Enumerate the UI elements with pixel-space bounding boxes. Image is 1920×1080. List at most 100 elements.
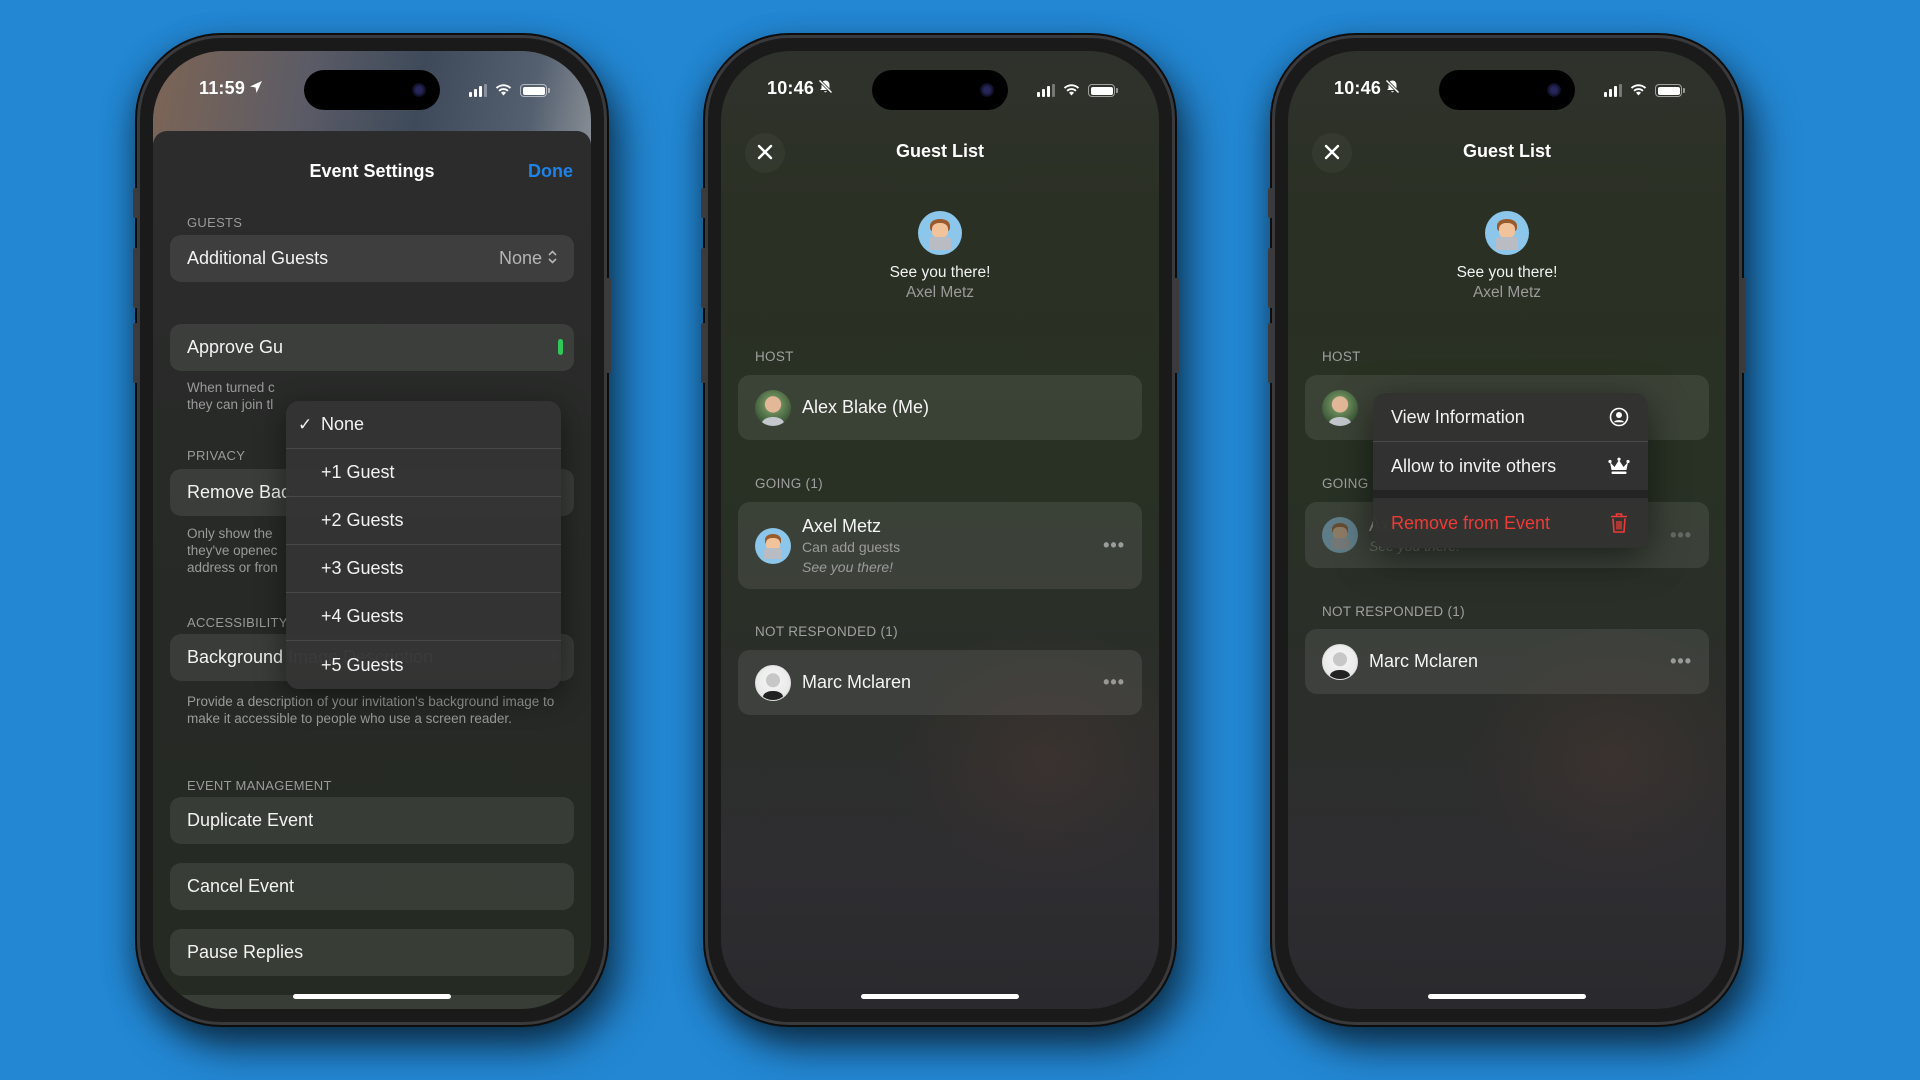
dropdown-option[interactable]: +4 Guests: [286, 593, 561, 641]
dropdown-option[interactable]: +3 Guests: [286, 545, 561, 593]
menu-item-view-information[interactable]: View Information: [1373, 393, 1648, 441]
trash-icon: [1608, 512, 1630, 534]
person-circle-icon: [1608, 406, 1630, 428]
home-indicator[interactable]: [293, 994, 451, 999]
approve-guests-row[interactable]: Approve Gu: [170, 324, 574, 371]
menu-item-label: Remove from Event: [1391, 512, 1551, 533]
more-options-button[interactable]: •••: [1103, 672, 1125, 693]
guest-row-marc-mclaren[interactable]: Marc Mclaren •••: [738, 650, 1142, 715]
avatar-axel-metz: [918, 211, 962, 255]
cellular-signal-icon: [469, 84, 487, 97]
dropdown-option[interactable]: +5 Guests: [286, 641, 561, 689]
section-label-accessibility: ACCESSIBILITY: [187, 615, 288, 630]
volume-down-button: [133, 323, 138, 383]
side-button: [1174, 278, 1179, 373]
crown-icon: [1608, 455, 1630, 477]
battery-icon: [1655, 84, 1685, 97]
bell-slash-icon: [818, 78, 833, 99]
dropdown-option[interactable]: +2 Guests: [286, 497, 561, 545]
more-options-button[interactable]: •••: [1670, 651, 1692, 672]
avatar-alex-blake: [755, 389, 791, 426]
screen: 10:46 Guest List See you there! Axel Met…: [1288, 51, 1726, 1009]
cancel-event-label: Cancel Event: [187, 876, 295, 896]
status-bar: 10:46: [721, 75, 1159, 105]
action-button: [133, 188, 138, 218]
section-label-going: GOING: [1322, 476, 1369, 491]
dropdown-option-label: +3 Guests: [321, 558, 404, 578]
screen: 11:59 Event Settings Done GUESTS Additio…: [153, 51, 591, 1009]
remove-background-label: Remove Bac: [187, 482, 291, 502]
section-label-privacy: PRIVACY: [187, 448, 246, 463]
menu-item-label: View Information: [1391, 406, 1525, 427]
guest-row-marc-mclaren[interactable]: Marc Mclaren •••: [1305, 629, 1709, 694]
checkmark-icon: ✓: [298, 414, 313, 434]
action-button: [701, 188, 706, 218]
additional-guests-picker[interactable]: None: [499, 248, 557, 269]
hero-message: See you there!: [889, 264, 991, 281]
status-bar: 11:59: [153, 75, 591, 105]
volume-up-button: [701, 248, 706, 308]
avatar-marc-mclaren: [1322, 643, 1358, 680]
hero-name: Axel Metz: [1472, 284, 1542, 301]
guest-message: See you there!: [802, 558, 894, 575]
status-bar: 10:46: [1288, 75, 1726, 105]
wifi-icon: [1630, 80, 1647, 101]
dropdown-option-label: +1 Guest: [321, 462, 395, 482]
status-time: 10:46: [1334, 78, 1382, 98]
pause-replies-label: Pause Replies: [187, 942, 304, 962]
cellular-signal-icon: [1037, 84, 1055, 97]
host-row[interactable]: Alex Blake (Me): [738, 375, 1142, 440]
menu-item-allow-invite[interactable]: Allow to invite others: [1373, 442, 1648, 490]
section-label-guests: GUESTS: [187, 215, 243, 230]
duplicate-event-button[interactable]: Duplicate Event: [170, 797, 574, 844]
location-arrow-icon: [249, 78, 263, 99]
dropdown-option-label: None: [321, 414, 365, 434]
approve-guests-toggle[interactable]: [558, 339, 563, 355]
avatar-marc-mclaren: [755, 664, 791, 701]
additional-guests-row[interactable]: Additional Guests None: [170, 235, 574, 282]
guest-name: Axel Metz: [802, 515, 882, 536]
additional-guests-value: None: [498, 248, 542, 268]
side-button: [1741, 278, 1746, 373]
additional-guests-label: Additional Guests: [187, 248, 329, 268]
chevron-up-down-icon: [548, 248, 557, 269]
host-name: Alex Blake (Me): [802, 397, 930, 417]
volume-up-button: [133, 248, 138, 308]
cancel-event-button[interactable]: Cancel Event: [170, 863, 574, 910]
dropdown-option[interactable]: ✓ None: [286, 401, 561, 449]
additional-guests-dropdown: ✓ None +1 Guest +2 Guests +3 Guests +4 G…: [286, 401, 561, 689]
pause-replies-button[interactable]: Pause Replies: [170, 929, 574, 976]
guest-permission: Can add guests: [802, 538, 901, 555]
menu-group-separator: [1373, 490, 1648, 498]
home-indicator[interactable]: [861, 994, 1019, 999]
section-label-host: HOST: [1322, 349, 1361, 364]
dropdown-option[interactable]: +1 Guest: [286, 449, 561, 497]
screen: 10:46 Guest List See you there! Axel Met…: [721, 51, 1159, 1009]
section-label-going: GOING (1): [755, 476, 823, 491]
cellular-signal-icon: [1604, 84, 1622, 97]
duplicate-event-label: Duplicate Event: [187, 810, 314, 830]
more-options-button[interactable]: •••: [1103, 535, 1125, 556]
phone-guest-list-menu: 10:46 Guest List See you there! Axel Met…: [1268, 35, 1746, 1025]
volume-up-button: [1268, 248, 1273, 308]
phone-event-settings: 11:59 Event Settings Done GUESTS Additio…: [133, 35, 611, 1025]
avatar-axel-metz: [755, 527, 791, 564]
approve-guests-label: Approve Gu: [187, 337, 284, 357]
wifi-icon: [495, 80, 512, 101]
guest-context-menu: View Information Allow to invite others …: [1373, 393, 1648, 548]
avatar-alex-blake: [1322, 389, 1358, 426]
status-time: 10:46: [767, 78, 815, 98]
dropdown-option-label: +4 Guests: [321, 606, 404, 626]
more-options-button[interactable]: •••: [1670, 525, 1692, 546]
menu-item-remove-from-event[interactable]: Remove from Event: [1373, 498, 1648, 548]
section-label-host: HOST: [755, 349, 794, 364]
home-indicator[interactable]: [1428, 994, 1586, 999]
accessibility-note: Provide a description of your invitation…: [187, 694, 555, 726]
guest-name: Marc Mclaren: [1369, 651, 1479, 671]
volume-down-button: [1268, 323, 1273, 383]
section-label-not-responded: NOT RESPONDED (1): [1322, 604, 1465, 619]
sheet-title: Event Settings: [309, 161, 435, 181]
guest-row-axel-metz[interactable]: Axel Metz Can add guests See you there! …: [738, 502, 1142, 589]
page-title: Guest List: [895, 141, 984, 161]
done-button[interactable]: Done: [528, 161, 573, 182]
